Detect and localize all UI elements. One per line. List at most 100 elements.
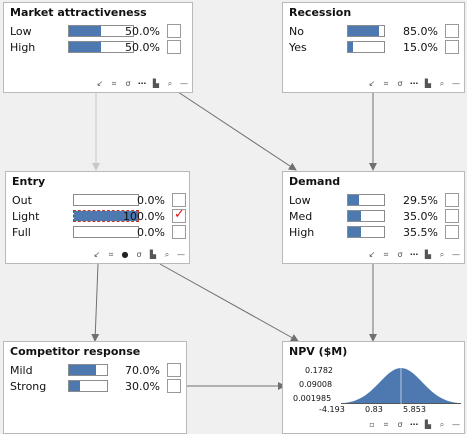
node-title: Entry (12, 175, 46, 188)
evidence-checkbox[interactable] (167, 40, 181, 54)
state-label: Med (289, 210, 313, 223)
node-toolbar: ▫ ⌗ σ ⋯ ▙ ⌕ — (368, 419, 460, 431)
node-competitor-response[interactable]: Competitor response Mild 70.0% Strong 30… (3, 341, 187, 434)
state-label: Light (12, 210, 40, 223)
node-title: Competitor response (10, 345, 141, 358)
node-toolbar: ↙ ⌗ σ ⋯ ▙ ⌕ — (368, 78, 460, 90)
y-tick-label: 0.1782 (305, 366, 333, 375)
arrow-icon[interactable]: ↙ (93, 249, 101, 261)
sigma-icon[interactable]: σ (396, 419, 404, 431)
state-row: Strong 30.0% (4, 379, 186, 395)
arrow-icon[interactable]: ↙ (96, 78, 104, 90)
dots-icon[interactable]: ⋯ (410, 78, 418, 90)
minus-icon[interactable]: — (452, 78, 460, 90)
probability-bar (347, 210, 385, 222)
node-npv[interactable]: NPV ($M) 0.1782 0.09008 0.001985 -4.193 … (282, 341, 465, 434)
probability-value: 50.0% (125, 41, 160, 54)
dot-icon[interactable]: ● (121, 249, 129, 261)
histogram-icon[interactable]: ▙ (152, 78, 160, 90)
evidence-checkbox[interactable] (167, 379, 181, 393)
minus-icon[interactable]: — (180, 78, 188, 90)
histogram-icon[interactable]: ▙ (149, 249, 157, 261)
y-tick-label: 0.001985 (293, 394, 332, 403)
node-toolbar: ↙ ⌗ σ ⋯ ▙ ⌕ — (96, 78, 188, 90)
evidence-checkbox[interactable] (172, 225, 186, 239)
node-toolbar: ↙ ⌗ ● σ ▙ ⌕ — (93, 249, 185, 261)
node-recession[interactable]: Recession No 85.0% Yes 15.0% ↙ ⌗ σ ⋯ ▙ ⌕… (282, 2, 465, 93)
minus-icon[interactable]: — (177, 249, 185, 261)
probability-bar (347, 226, 385, 238)
state-row: Full 0.0% (6, 225, 189, 241)
state-row: Low 29.5% (283, 193, 464, 209)
sigma-icon[interactable]: σ (396, 249, 404, 261)
node-title: NPV ($M) (289, 345, 348, 358)
dots-icon[interactable]: ⋯ (138, 78, 146, 90)
node-market-attractiveness[interactable]: Market attractiveness Low 50.0% High 50.… (3, 2, 193, 93)
state-row: High 35.5% (283, 225, 464, 241)
node-entry[interactable]: Entry Out 0.0% Light 100.0% ✓ Full 0.0% … (5, 171, 190, 264)
state-label: High (289, 226, 315, 239)
dots-icon[interactable]: ⋯ (410, 249, 418, 261)
sigma-icon[interactable]: σ (396, 78, 404, 90)
grid-icon[interactable]: ⌗ (110, 78, 118, 90)
arrow-entry-competitor (91, 263, 100, 342)
sigma-icon[interactable]: σ (135, 249, 143, 261)
probability-value: 70.0% (125, 364, 160, 377)
evidence-checkbox[interactable] (167, 363, 181, 377)
evidence-checkbox[interactable] (172, 193, 186, 207)
probability-bar (68, 380, 108, 392)
state-row: Mild 70.0% (4, 363, 186, 379)
minus-icon[interactable]: — (452, 419, 460, 431)
probability-value: 29.5% (403, 194, 438, 207)
x-tick-label: -4.193 (319, 405, 345, 414)
evidence-checkbox[interactable] (445, 24, 459, 38)
sigma-icon[interactable]: σ (124, 78, 132, 90)
node-toolbar: ↙ ⌗ σ ⋯ ▙ ⌕ — (368, 249, 460, 261)
grid-icon[interactable]: ⌗ (107, 249, 115, 261)
state-label: Strong (10, 380, 47, 393)
histogram-icon[interactable]: ▙ (424, 78, 432, 90)
state-label: High (10, 41, 36, 54)
zoom-icon[interactable]: ⌕ (166, 78, 174, 90)
evidence-checkbox[interactable] (167, 24, 181, 38)
state-label: Full (12, 226, 31, 239)
state-row: Yes 15.0% (283, 40, 464, 56)
state-label: Yes (289, 41, 307, 54)
histogram-icon[interactable]: ▙ (424, 249, 432, 261)
node-demand[interactable]: Demand Low 29.5% Med 35.0% High 35.5% ↙ … (282, 171, 465, 264)
zoom-icon[interactable]: ⌕ (438, 78, 446, 90)
x-tick-label: 5.853 (403, 405, 426, 414)
arrow-market-demand (171, 87, 297, 171)
grid-icon[interactable]: ⌗ (382, 249, 390, 261)
arrow-icon[interactable]: ↙ (368, 78, 376, 90)
zoom-icon[interactable]: ⌕ (438, 249, 446, 261)
node-title: Recession (289, 6, 352, 19)
probability-value: 50.0% (125, 25, 160, 38)
evidence-checkbox[interactable] (445, 40, 459, 54)
pin-icon[interactable]: ▫ (368, 419, 376, 431)
minus-icon[interactable]: — (452, 249, 460, 261)
evidence-checkbox[interactable] (445, 225, 459, 239)
evidence-checkbox-checked[interactable]: ✓ (172, 207, 186, 223)
state-row: Light 100.0% ✓ (6, 207, 189, 225)
node-title: Demand (289, 175, 341, 188)
probability-value: 30.0% (125, 380, 160, 393)
zoom-icon[interactable]: ⌕ (163, 249, 171, 261)
grid-icon[interactable]: ⌗ (382, 419, 390, 431)
probability-value: 0.0% (137, 226, 165, 239)
dots-icon[interactable]: ⋯ (410, 419, 418, 431)
evidence-checkbox[interactable] (445, 209, 459, 223)
state-label: Low (289, 194, 311, 207)
arrow-icon[interactable]: ↙ (368, 249, 376, 261)
probability-bar (347, 41, 385, 53)
probability-bar (68, 364, 108, 376)
npv-distribution-chart (341, 368, 461, 404)
probability-value: 35.5% (403, 226, 438, 239)
node-title: Market attractiveness (10, 6, 147, 19)
evidence-checkbox[interactable] (445, 193, 459, 207)
probability-value: 35.0% (403, 210, 438, 223)
check-icon: ✓ (174, 207, 185, 222)
grid-icon[interactable]: ⌗ (382, 78, 390, 90)
histogram-icon[interactable]: ▙ (424, 419, 432, 431)
zoom-icon[interactable]: ⌕ (438, 419, 446, 431)
